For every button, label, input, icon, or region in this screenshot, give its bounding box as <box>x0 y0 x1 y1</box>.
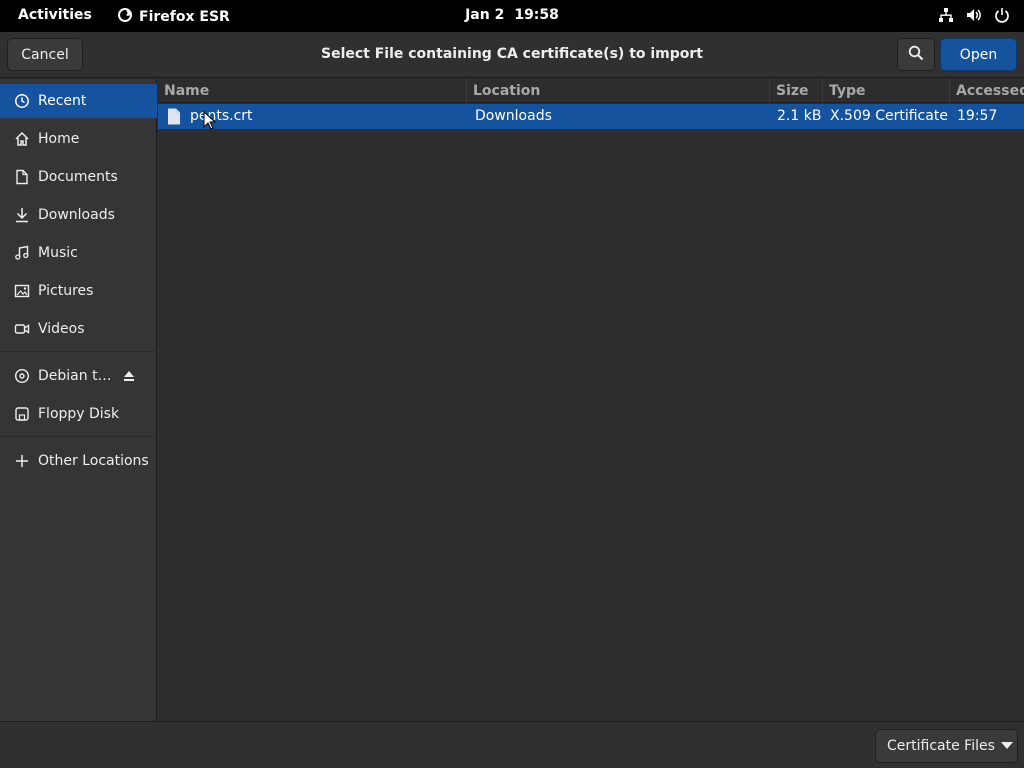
sidebar-item-music[interactable]: Music <box>0 236 157 270</box>
sidebar-item-other-locations[interactable]: Other Locations <box>0 444 157 478</box>
sidebar-item-label: Floppy Disk <box>38 406 120 422</box>
search-icon <box>908 45 924 65</box>
column-headers: Name Location Size Type Accessed <box>158 79 1024 103</box>
sidebar-item-documents[interactable]: Documents <box>0 160 157 194</box>
file-accessed: 19:57 <box>957 108 998 124</box>
system-tray[interactable] <box>938 7 1010 23</box>
power-icon[interactable] <box>994 7 1010 23</box>
music-icon <box>14 245 30 261</box>
column-header-location[interactable]: Location <box>466 79 769 103</box>
file-list[interactable]: Name Location Size Type Accessed pents.c… <box>158 79 1024 721</box>
sidebar-item-label: Pictures <box>38 283 94 299</box>
clock-time: 19:58 <box>514 7 559 23</box>
file-location: Downloads <box>475 108 552 124</box>
clock-date: Jan 2 <box>465 7 505 23</box>
column-header-type[interactable]: Type <box>822 79 949 103</box>
sidebar-item-home[interactable]: Home <box>0 122 157 156</box>
open-button[interactable]: Open <box>940 38 1017 71</box>
sidebar-item-pictures[interactable]: Pictures <box>0 274 157 308</box>
sidebar-item-floppy-disk[interactable]: Floppy Disk <box>0 397 157 431</box>
network-icon[interactable] <box>938 7 954 23</box>
top-bar: Activities Firefox ESR Jan 2 19:58 <box>0 0 1024 32</box>
places-sidebar: Recent Home Documents Downloads Music Pi… <box>0 79 157 721</box>
file-size: 2.1 kB <box>777 108 822 124</box>
column-header-accessed[interactable]: Accessed <box>949 79 1024 103</box>
sidebar-item-label: Debian t… <box>38 368 112 384</box>
sidebar-item-debian-disc[interactable]: Debian t… <box>0 359 157 393</box>
sidebar-item-downloads[interactable]: Downloads <box>0 198 157 232</box>
home-icon <box>14 131 30 147</box>
file-filter-dropdown[interactable]: Certificate Files <box>875 729 1018 763</box>
download-icon <box>14 207 30 223</box>
disc-icon <box>14 368 30 384</box>
sidebar-separator <box>0 351 157 352</box>
file-name: pents.crt <box>190 108 253 124</box>
document-icon <box>14 169 30 185</box>
sidebar-item-label: Other Locations <box>38 453 149 469</box>
dialog-title: Select File containing CA certificate(s)… <box>320 46 703 62</box>
sidebar-separator <box>0 436 157 437</box>
sidebar-item-label: Videos <box>38 321 85 337</box>
floppy-icon <box>14 406 30 422</box>
volume-icon[interactable] <box>966 7 982 23</box>
clock[interactable]: Jan 2 19:58 <box>0 7 1024 23</box>
pictures-icon <box>14 283 30 299</box>
chevron-down-icon <box>1000 738 1013 754</box>
column-header-name[interactable]: Name <box>158 79 466 103</box>
video-icon <box>14 321 30 337</box>
eject-icon[interactable] <box>121 368 137 384</box>
column-header-size[interactable]: Size <box>769 79 822 103</box>
sidebar-item-label: Documents <box>38 169 118 185</box>
file-icon <box>167 108 183 125</box>
search-button[interactable] <box>897 38 935 71</box>
sidebar-item-recent[interactable]: Recent <box>0 84 157 118</box>
plus-icon <box>14 453 30 469</box>
dialog-footer: Certificate Files <box>0 721 1024 768</box>
file-filter-label: Certificate Files <box>887 738 995 754</box>
sidebar-item-label: Home <box>38 131 80 147</box>
table-row[interactable]: pents.crt Downloads 2.1 kB X.509 Certifi… <box>158 104 1024 129</box>
sidebar-item-label: Recent <box>38 93 87 109</box>
file-type: X.509 Certificate <box>830 108 948 124</box>
sidebar-item-label: Music <box>38 245 78 261</box>
sidebar-item-label: Downloads <box>38 207 115 223</box>
sidebar-item-videos[interactable]: Videos <box>0 312 157 346</box>
dialog-header: Cancel Select File containing CA certifi… <box>0 32 1024 78</box>
clock-icon <box>14 93 30 109</box>
